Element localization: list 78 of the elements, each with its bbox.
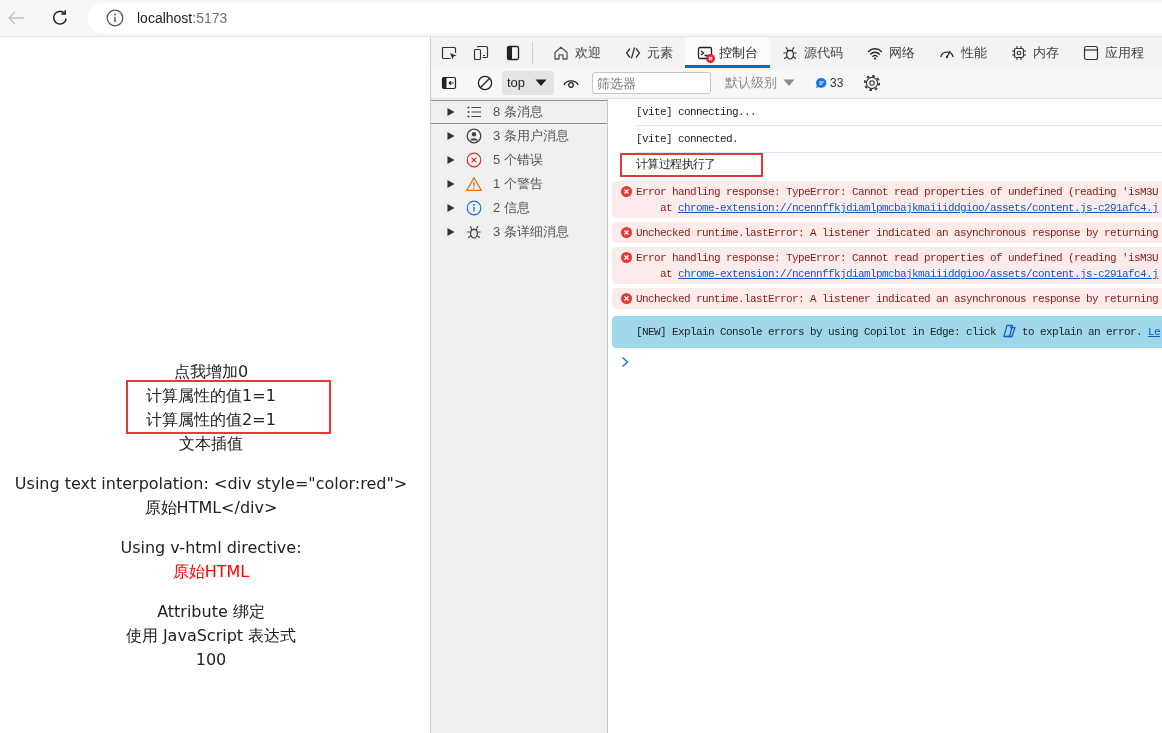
page-text: Attribute 绑定 xyxy=(157,601,265,623)
devtools-tab[interactable]: 内存 xyxy=(999,37,1071,68)
filter-item-label: 8 条消息 xyxy=(493,103,543,122)
bug-icon xyxy=(782,44,798,61)
page-text: Using v-html directive: xyxy=(120,537,302,559)
log-text: 计算过程执行了 xyxy=(636,158,716,172)
page-text: 计算属性的值2=1 xyxy=(146,409,276,431)
filter-item-label: 2 信息 xyxy=(493,199,530,218)
error-text: Unchecked runtime.lastError: A listener indicated an asynchronous response by returning xyxy=(636,292,1159,307)
error-icon xyxy=(466,152,482,168)
filter-item-label: 5 个错误 xyxy=(493,151,543,170)
message-filter-item[interactable]: 2 信息 xyxy=(431,196,607,220)
page-text: 文本插值 xyxy=(179,433,243,455)
info-icon xyxy=(466,200,482,216)
source-link[interactable]: chrome-extension://ncennffkjdiamlpmcbajkmaiiiddgioo/assets/content.js-c291afc4.j xyxy=(678,268,1159,280)
caret-icon xyxy=(783,79,795,87)
bug-icon xyxy=(466,224,482,240)
prompt-chevron-icon xyxy=(621,356,629,368)
filter-item-label: 3 条用户消息 xyxy=(493,127,569,146)
interlocked-shapes-icon xyxy=(1002,324,1017,338)
error-icon xyxy=(621,227,632,238)
notice-link[interactable]: Le xyxy=(1148,326,1161,338)
clear-icon xyxy=(477,75,493,91)
devices-icon xyxy=(473,44,489,61)
panel-icon xyxy=(505,44,521,61)
context-dropdown[interactable]: top xyxy=(502,71,554,95)
devtools-tab[interactable]: 欢迎 xyxy=(541,37,613,68)
rendered-html-text: 原始HTML xyxy=(172,561,250,583)
filter-item-label: 3 条详细消息 xyxy=(493,223,569,242)
chip-icon xyxy=(1011,44,1027,61)
url-text: localhost:5173 xyxy=(137,8,228,28)
stack-trace-line: at chrome-extension://ncennffkjdiamlpmcbajkmaiiiddgioo/assets/content.js-c291afc4.j xyxy=(659,267,1159,282)
page-text: 100 xyxy=(195,649,227,671)
settings-icon xyxy=(863,74,882,92)
message-count-button[interactable]: 33 xyxy=(813,74,846,92)
devtools-tab[interactable]: 源代码 xyxy=(770,37,855,68)
error-icon xyxy=(621,293,632,304)
devtools-tab[interactable]: 性能 xyxy=(927,37,999,68)
page-text: 使用 JavaScript 表达式 xyxy=(125,625,297,647)
message-filter-item[interactable]: 5 个错误 xyxy=(431,148,607,172)
stack-trace-line: at chrome-extension://ncennffkjdiamlpmcbajkmaiiiddgioo/assets/content.js-c291afc4.j xyxy=(659,201,1159,216)
log-text: [vite] connecting... xyxy=(636,106,757,118)
code-brackets-icon xyxy=(625,44,641,61)
filter-field[interactable]: 筛选器 xyxy=(592,72,711,94)
info-icon xyxy=(106,9,124,27)
eye-icon xyxy=(563,77,579,89)
message-bubble-icon xyxy=(815,77,827,89)
page-text: Using text interpolation: <div style="color:red">原始HTML</div> xyxy=(14,473,408,519)
error-icon xyxy=(621,186,632,197)
log-text: [vite] connected. xyxy=(636,133,739,145)
back-arrow-icon xyxy=(7,10,25,26)
inspect-icon xyxy=(441,44,457,61)
filter-item-label: 1 个警告 xyxy=(493,175,543,194)
home-icon xyxy=(553,44,569,61)
warning-icon xyxy=(466,176,482,192)
increment-link[interactable]: 点我增加0 xyxy=(173,360,249,384)
devtools-tab[interactable]: 控制台 xyxy=(685,37,770,68)
user-icon xyxy=(466,128,482,144)
error-text: Unchecked runtime.lastError: A listener indicated an asynchronous response by returning xyxy=(636,226,1159,241)
error-icon xyxy=(621,252,632,263)
caret-icon xyxy=(535,79,547,87)
message-filter-item[interactable]: 3 条用户消息 xyxy=(431,124,607,148)
page-text: 计算属性的值1=1 xyxy=(146,385,276,407)
error-text: Error handling response: TypeError: Cannot read properties of undefined (reading 'isM3U xyxy=(636,185,1159,200)
list-icon xyxy=(466,104,482,120)
notice-text: [NEW] Explain Console errors by using Copilot in Edge: click to explain an error. Le xyxy=(636,324,1162,340)
devtools-tab[interactable]: 网络 xyxy=(855,37,927,68)
app-window-icon xyxy=(1083,44,1099,61)
source-link[interactable]: chrome-extension://ncennffkjdiamlpmcbajkmaiiiddgioo/assets/content.js-c291afc4.j xyxy=(678,202,1159,214)
message-filter-item[interactable]: 1 个警告 xyxy=(431,172,607,196)
message-filter-item[interactable]: 8 条消息 xyxy=(431,100,607,124)
message-filter-item[interactable]: 3 条详细消息 xyxy=(431,220,607,244)
terminal-icon xyxy=(697,44,713,61)
address-bar[interactable]: localhost:5173 xyxy=(88,3,1162,33)
devtools-tab[interactable]: 应用程 xyxy=(1071,37,1156,68)
error-text: Error handling response: TypeError: Cannot read properties of undefined (reading 'isM3U xyxy=(636,251,1159,266)
devtools-tab[interactable]: 元素 xyxy=(613,37,685,68)
reload-icon xyxy=(51,9,69,27)
